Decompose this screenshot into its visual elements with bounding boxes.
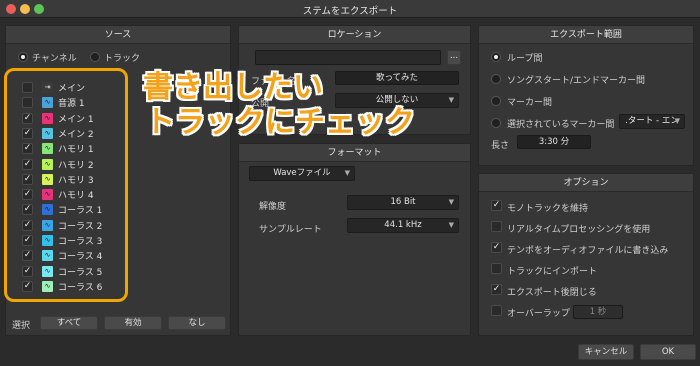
option-label: エクスポート後閉じる [507, 288, 597, 298]
ok-button[interactable]: OK [640, 344, 696, 360]
resolution-label: 解像度 [259, 202, 287, 212]
browse-button[interactable]: ... [447, 50, 461, 65]
window-title: ステムをエクスポート [302, 6, 398, 17]
option-label: リアルタイムプロセッシングを使用 [507, 225, 651, 235]
radio-channel[interactable] [18, 52, 28, 62]
radio-loop-label: ループ間 [507, 54, 543, 64]
radio-selected-marker[interactable] [491, 118, 501, 128]
select-all-button[interactable]: すべて [40, 316, 98, 330]
annotation-line-2: トラックにチェック [145, 105, 415, 140]
radio-loop[interactable] [491, 52, 501, 62]
resolution-select[interactable]: 16 Bit ▼ [347, 195, 459, 210]
title-bar: ステムをエクスポート [0, 0, 700, 18]
format-type-value: Waveファイル [273, 168, 331, 178]
samplerate-value: 44.1 kHz [384, 220, 422, 230]
radio-channel-label: チャンネル [32, 54, 77, 64]
marker-select-value: .タート - エン [625, 116, 679, 126]
options-panel: オプション ✓ モノトラックを維持リアルタイムプロセッシングを使用 ✓ テンポをオーデ… [478, 173, 694, 336]
option-label: モノトラックを維持 [507, 204, 589, 214]
option-checkbox[interactable] [491, 263, 502, 274]
radio-song[interactable] [491, 74, 501, 84]
options-panel-title: オプション [479, 174, 693, 192]
chevron-down-icon: ▼ [344, 169, 350, 177]
radio-track-label: トラック [104, 54, 141, 64]
marker-select[interactable]: .タート - エン ▼ [619, 114, 685, 129]
resolution-value: 16 Bit [390, 197, 416, 207]
location-panel-title: ロケーション [239, 26, 470, 44]
export-range-panel-title: エクスポート範囲 [479, 26, 693, 44]
option-label: テンポをオーディオファイルに書き込み [507, 246, 669, 256]
highlight-box [4, 68, 128, 302]
select-enabled-button[interactable]: 有効 [104, 316, 162, 330]
chevron-down-icon: ▼ [674, 117, 680, 125]
filename-input[interactable]: 歌ってみた [335, 71, 459, 85]
option-label: トラックにインポート [507, 267, 598, 277]
cancel-button[interactable]: キャンセル [578, 344, 634, 360]
option-checkbox[interactable] [491, 305, 502, 316]
length-value: 3:30 分 [517, 135, 591, 149]
option-checkbox[interactable]: ✓ [491, 242, 502, 253]
select-label: 選択 [12, 321, 31, 331]
chevron-down-icon: ▼ [448, 221, 454, 229]
source-panel-title: ソース [6, 26, 230, 44]
format-panel-title: フォーマット [239, 144, 470, 162]
option-label: オーバーラップ [507, 309, 570, 319]
radio-selected-marker-label: 選択されているマーカー間 [507, 120, 615, 130]
chevron-down-icon: ▼ [448, 198, 454, 206]
option-checkbox[interactable]: ✓ [491, 284, 502, 295]
overlap-input[interactable]: 1 秒 [573, 305, 623, 319]
radio-marker-label: マーカー間 [507, 98, 553, 108]
option-checkbox[interactable]: ✓ [491, 200, 502, 211]
format-type-select[interactable]: Waveファイル ▼ [249, 166, 355, 181]
chevron-down-icon: ▼ [448, 96, 454, 104]
select-none-button[interactable]: なし [168, 316, 226, 330]
format-panel: フォーマット Waveファイル ▼ 解像度 16 Bit ▼ サンプルレート 4… [238, 143, 471, 336]
option-checkbox[interactable] [491, 221, 502, 232]
radio-track[interactable] [90, 52, 100, 62]
radio-song-label: ソングスタート/エンドマーカー間 [507, 76, 646, 86]
radio-marker[interactable] [491, 96, 501, 106]
length-label: 長さ [491, 141, 510, 151]
samplerate-select[interactable]: 44.1 kHz ▼ [347, 218, 459, 233]
samplerate-label: サンプルレート [259, 225, 322, 235]
export-range-panel: エクスポート範囲 ループ間 ソングスタート/エンドマーカー間 マーカー間 選択さ… [478, 25, 694, 166]
